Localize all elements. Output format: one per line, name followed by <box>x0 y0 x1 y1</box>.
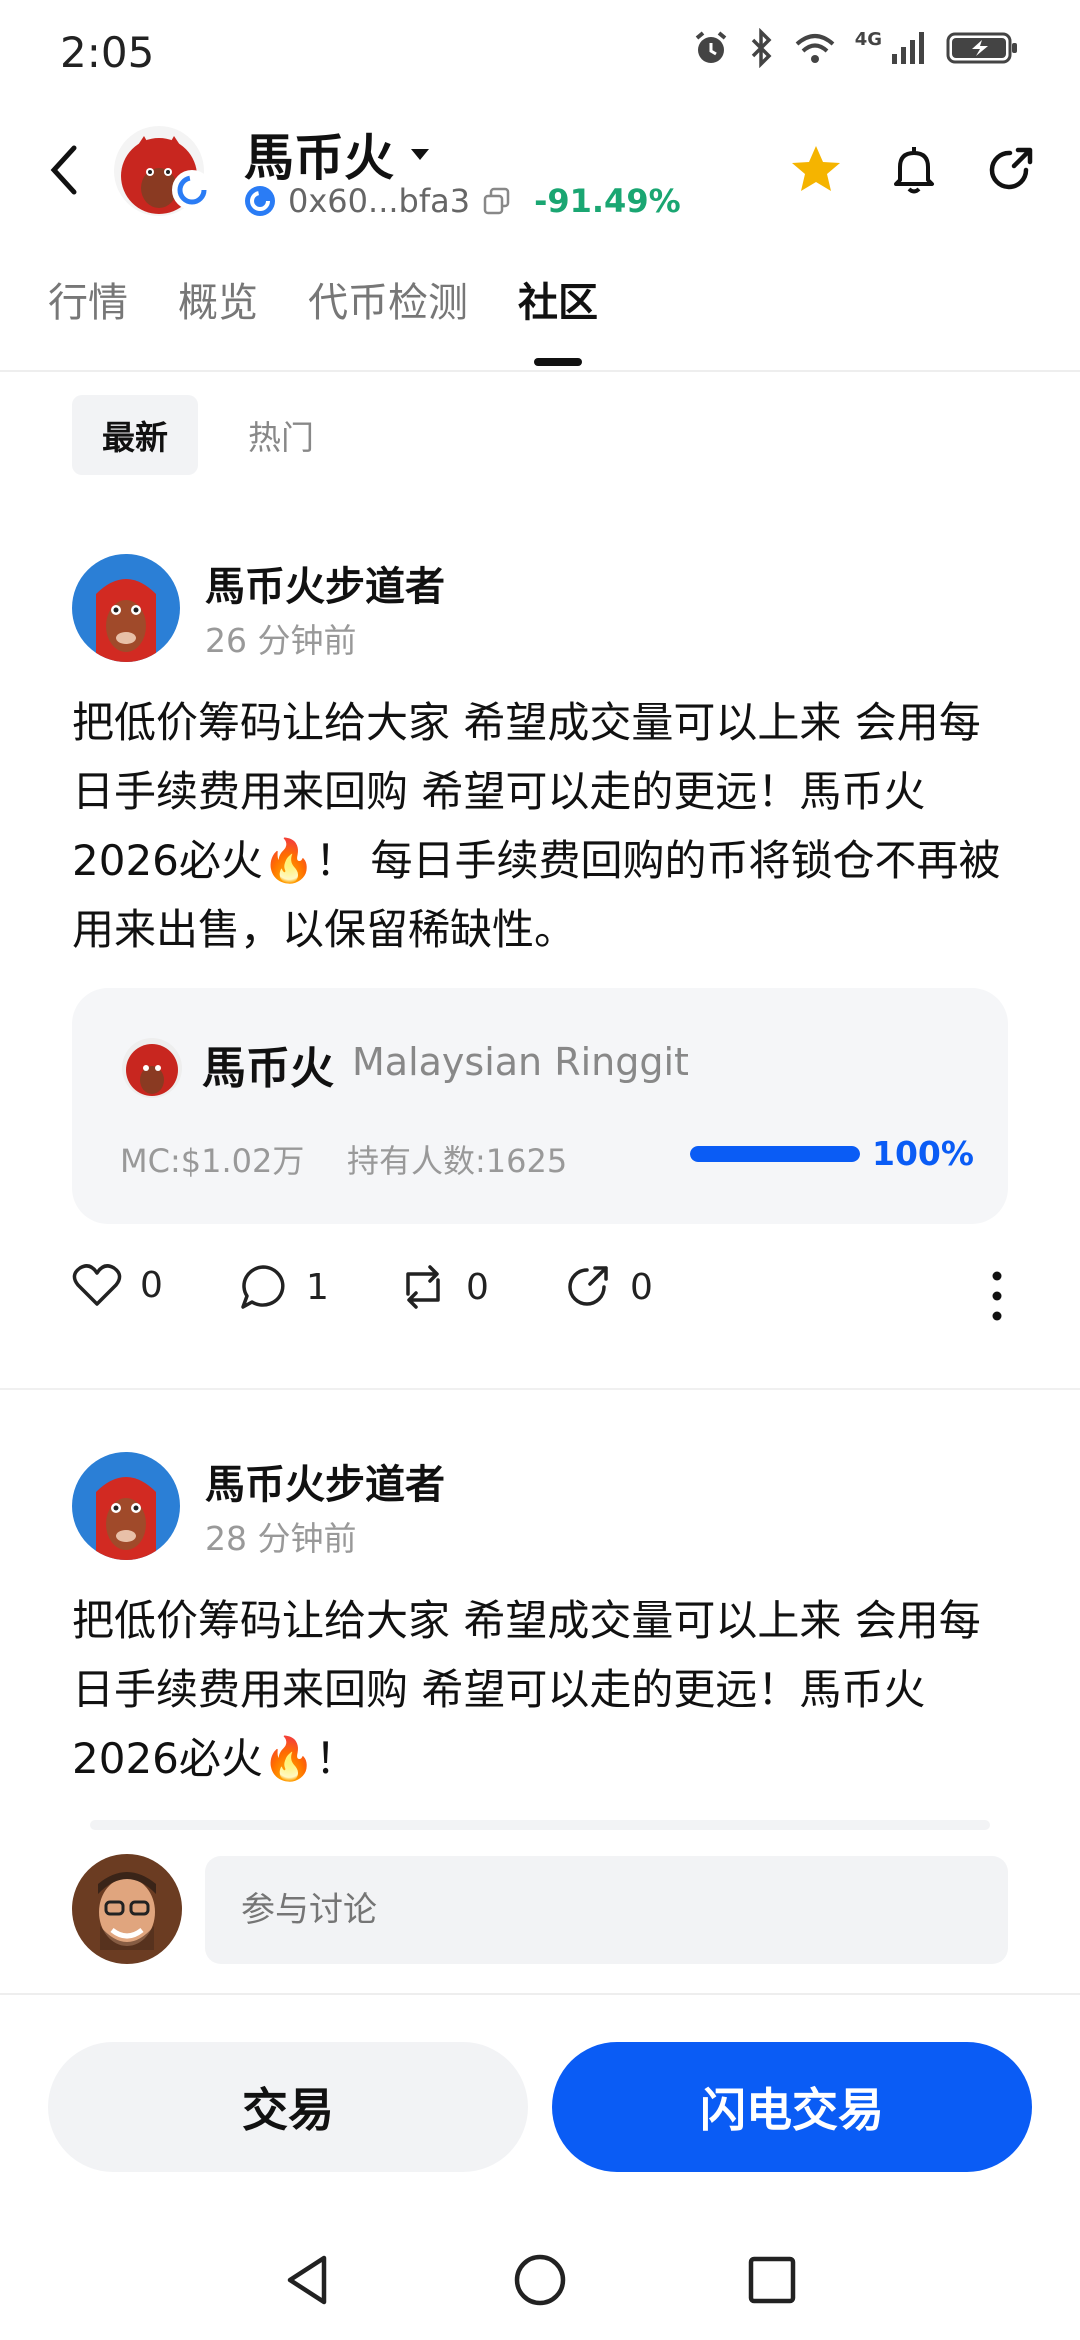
chain-badge-icon <box>172 170 212 210</box>
holder-count: 持有人数:1625 <box>347 1142 568 1180</box>
market-cap: MC:$1.02万 <box>120 1142 305 1180</box>
progress-bar-fill <box>690 1146 860 1162</box>
tab-community[interactable]: 社区 <box>518 270 598 328</box>
share-icon <box>568 1266 608 1306</box>
post-text: 把低价筹码让给大家 希望成交量可以上来 会用每日手续费用来回购 希望可以走的更远… <box>72 698 1001 954</box>
progress-percent: 100% <box>872 1134 974 1173</box>
chain-logo-icon <box>245 186 275 216</box>
caret-down-icon <box>411 149 429 160</box>
status-bar: 2:05 4G <box>0 0 1080 100</box>
wifi-icon <box>795 34 835 63</box>
tab-token-check[interactable]: 代币检测 <box>308 270 468 328</box>
comment-icon <box>241 1265 285 1309</box>
repost-icon <box>406 1265 440 1309</box>
trade-button[interactable]: 交易 <box>48 2042 528 2172</box>
battery-icon <box>946 32 1017 64</box>
system-nav-bar <box>0 2230 1080 2340</box>
post-actions: 0 1 0 0 <box>72 1262 1012 1332</box>
post-time: 26 分钟前 <box>205 621 357 660</box>
nav-back-icon[interactable] <box>278 2250 338 2310</box>
token-name: 馬币火 <box>244 129 394 187</box>
token-title[interactable]: 馬币火 <box>244 118 432 190</box>
sort-tabs: 最新 热门 <box>72 395 344 475</box>
token-card-fullname: Malaysian Ringgit <box>352 1040 689 1084</box>
token-card[interactable]: 馬币火 Malaysian Ringgit MC:$1.02万 持有人数:162… <box>72 988 1008 1224</box>
repost-button[interactable]: 0 <box>398 1262 489 1312</box>
my-avatar[interactable] <box>72 1854 182 1964</box>
share-icon[interactable] <box>980 140 1040 200</box>
token-card-edge <box>90 1820 990 1830</box>
author-avatar[interactable] <box>72 1452 180 1560</box>
status-icons: 4G <box>691 28 1020 68</box>
back-icon[interactable] <box>40 138 92 202</box>
comment-count: 1 <box>306 1266 329 1308</box>
post-time: 28 分钟前 <box>205 1519 357 1558</box>
share-post-button[interactable]: 0 <box>562 1262 653 1312</box>
token-card-avatar <box>122 1038 182 1098</box>
post-text: 把低价筹码让给大家 希望成交量可以上来 会用每日手续费用来回购 希望可以走的更远… <box>72 1596 981 1783</box>
repost-count: 0 <box>466 1266 489 1308</box>
comment-button[interactable]: 1 <box>238 1262 329 1312</box>
contract-address: 0x60...bfa3 <box>288 182 471 220</box>
nav-home-icon[interactable] <box>510 2250 570 2310</box>
copy-icon[interactable] <box>482 186 512 216</box>
flash-trade-button[interactable]: 闪电交易 <box>552 2042 1032 2172</box>
tab-overview[interactable]: 概览 <box>178 270 258 328</box>
nav-recents-icon[interactable] <box>742 2250 802 2310</box>
author-avatar[interactable] <box>72 554 180 662</box>
star-icon[interactable] <box>786 140 846 200</box>
comment-divider <box>0 1993 1080 1995</box>
main-tabs: 行情 概览 代币检测 社区 <box>48 270 598 328</box>
token-header: 馬币火 0x60...bfa3 -91.49% <box>0 100 1080 240</box>
author-name[interactable]: 馬币火步道者 <box>205 1452 445 1510</box>
signal-icon <box>892 32 924 64</box>
bluetooth-icon <box>751 28 772 68</box>
alarm-icon <box>695 31 726 63</box>
more-options-icon[interactable] <box>982 1266 1012 1326</box>
comment-bar <box>0 1840 1080 1990</box>
token-card-name: 馬币火 <box>202 1043 334 1094</box>
tab-latest[interactable]: 最新 <box>72 395 198 475</box>
comment-input[interactable] <box>205 1856 1008 1964</box>
tabs-divider <box>0 370 1080 372</box>
post-divider <box>0 1388 1080 1390</box>
tab-market[interactable]: 行情 <box>48 270 128 328</box>
bell-icon[interactable] <box>884 140 944 200</box>
progress-bar <box>690 1146 860 1162</box>
network-type: 4G <box>854 28 882 50</box>
tab-hot[interactable]: 热门 <box>218 395 344 475</box>
like-button[interactable]: 0 <box>72 1262 163 1308</box>
share-count: 0 <box>630 1266 653 1308</box>
like-count: 0 <box>140 1264 163 1306</box>
author-name[interactable]: 馬币火步道者 <box>205 554 445 612</box>
token-subline: 0x60...bfa3 -91.49% <box>244 182 681 220</box>
status-time: 2:05 <box>60 28 155 77</box>
price-change: -91.49% <box>534 182 681 220</box>
heart-icon <box>72 1264 122 1306</box>
